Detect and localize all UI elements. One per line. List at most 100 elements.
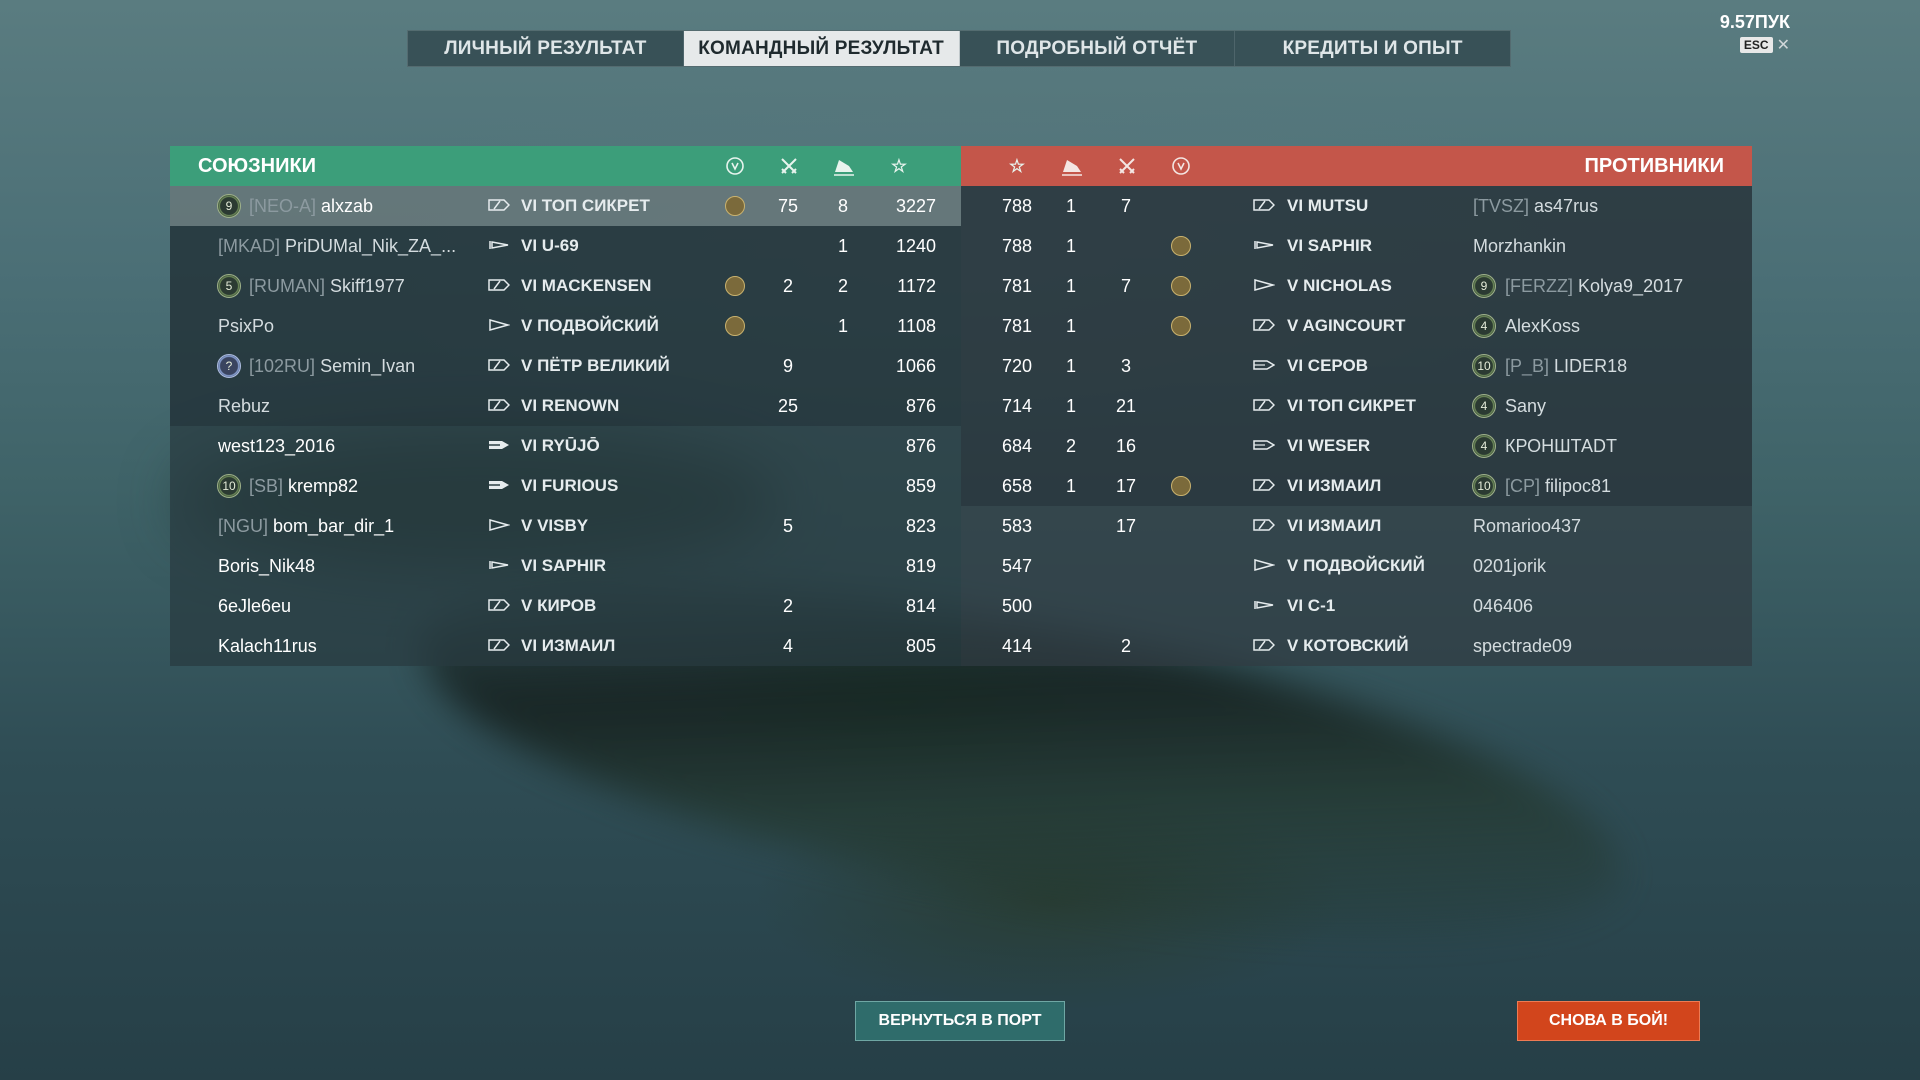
close-icon[interactable]: ✕ bbox=[1777, 35, 1790, 54]
ally-row[interactable]: Boris_Nik48 VI SAPHIR 819 bbox=[170, 546, 961, 586]
ship-tier: V bbox=[1287, 556, 1299, 575]
enemy-row[interactable]: 547 V ПОДВОЙСКИЙ 0201jorik bbox=[961, 546, 1752, 586]
player-name: [MKAD] PriDUMal_Nik_ZA_... bbox=[218, 236, 456, 257]
enemy-row[interactable]: 684 2 16 VI WESER 4 КРОНШТАDT bbox=[961, 426, 1752, 466]
ally-row[interactable]: [NGU] bom_bar_dir_1 V VISBY 5 823 bbox=[170, 506, 961, 546]
kills-value: 2 bbox=[782, 276, 793, 296]
xp-value: 788 bbox=[1001, 236, 1033, 256]
kills-value: 5 bbox=[782, 516, 793, 536]
enemy-row[interactable]: 583 17 VI ИЗМАИЛ Romarioo437 bbox=[961, 506, 1752, 546]
nickname: kremp82 bbox=[288, 476, 359, 496]
ships-value: 1 bbox=[1065, 356, 1076, 376]
rank-badge-icon: ? bbox=[217, 354, 241, 378]
nickname: LIDER18 bbox=[1554, 356, 1628, 376]
clan-tag: [TVSZ] bbox=[1473, 196, 1530, 216]
ally-row[interactable]: west123_2016 VI RYŪJŌ 876 bbox=[170, 426, 961, 466]
ally-row[interactable]: PsixPo V ПОДВОЙСКИЙ 1 1108 bbox=[170, 306, 961, 346]
ship-title: MACKENSEN bbox=[541, 276, 652, 295]
ships-value: 1 bbox=[1065, 316, 1076, 336]
rank-badge-icon: 4 bbox=[1472, 314, 1496, 338]
player-name: Sany bbox=[1505, 396, 1546, 417]
nickname: Rebuz bbox=[218, 396, 271, 416]
ships-value: 2 bbox=[837, 276, 848, 296]
enemy-row[interactable]: 781 1 V AGINCOURT 4 AlexKoss bbox=[961, 306, 1752, 346]
clan-tag: [SB] bbox=[249, 476, 284, 496]
nickname: bom_bar_dir_1 bbox=[273, 516, 395, 536]
ship-title: AGINCOURT bbox=[1302, 316, 1406, 335]
ship-tier: V bbox=[521, 356, 533, 375]
enemy-row[interactable]: 500 VI C-1 046406 bbox=[961, 586, 1752, 626]
ribbon-icon bbox=[1171, 276, 1191, 296]
clan-tag: [102RU] bbox=[249, 356, 316, 376]
ally-row[interactable]: 9 [NEO-A] alxzab VI ТОП СИКРЕТ 75 8 3227 bbox=[170, 186, 961, 226]
tab-detailed-report[interactable]: ПОДРОБНЫЙ ОТЧЁТ bbox=[960, 31, 1236, 66]
enemy-row[interactable]: 720 1 3 VI СЕРОВ 10 [P_B] LIDER18 bbox=[961, 346, 1752, 386]
ship-name: VI RYŪJŌ bbox=[521, 436, 600, 456]
tab-team-result[interactable]: КОМАНДНЫЙ РЕЗУЛЬТАТ bbox=[683, 31, 960, 66]
kills-value: 2 bbox=[1120, 636, 1131, 656]
player-name: 6eJle6eu bbox=[218, 596, 291, 617]
ship-class-icon bbox=[1253, 278, 1275, 292]
battle-again-button[interactable]: СНОВА В БОЙ! bbox=[1517, 1001, 1700, 1041]
enemy-row[interactable]: 658 1 17 VI ИЗМАИЛ 10 [CP] filipoc81 bbox=[961, 466, 1752, 506]
return-to-port-button[interactable]: ВЕРНУТЬСЯ В ПОРТ bbox=[855, 1001, 1065, 1041]
ship-tier: VI bbox=[1287, 236, 1304, 255]
ship-name: VI U-69 bbox=[521, 236, 579, 256]
esc-key-hint[interactable]: ESC bbox=[1739, 36, 1773, 53]
player-name: spectrade09 bbox=[1473, 636, 1572, 657]
enemy-row[interactable]: 788 1 7 VI MUTSU [TVSZ] as47rus bbox=[961, 186, 1752, 226]
enemy-row[interactable]: 714 1 21 VI ТОП СИКРЕТ 4 Sany bbox=[961, 386, 1752, 426]
ships-value: 1 bbox=[837, 316, 848, 336]
nickname: 0201jorik bbox=[1473, 556, 1547, 576]
kills-value: 7 bbox=[1120, 196, 1131, 216]
ship-title: ИЗМАИЛ bbox=[1307, 516, 1382, 535]
xp-value: 658 bbox=[1001, 476, 1033, 496]
ship-name: V ПЁТР ВЕЛИКИЙ bbox=[521, 356, 670, 376]
ally-row[interactable]: [MKAD] PriDUMal_Nik_ZA_... VI U-69 1 1240 bbox=[170, 226, 961, 266]
ally-row[interactable]: ? [102RU] Semin_Ivan V ПЁТР ВЕЛИКИЙ 9 1066 bbox=[170, 346, 961, 386]
player-name: Morzhankin bbox=[1473, 236, 1566, 257]
xp-value: 720 bbox=[1001, 356, 1033, 376]
kills-value: 21 bbox=[1115, 396, 1137, 416]
xp-value: 1108 bbox=[897, 316, 936, 336]
player-name: [FERZZ] Kolya9_2017 bbox=[1505, 276, 1683, 297]
enemy-row[interactable]: 781 1 7 V NICHOLAS 9 [FERZZ] Kolya9_2017 bbox=[961, 266, 1752, 306]
player-name: [CP] filipoc81 bbox=[1505, 476, 1611, 497]
ship-name: VI RENOWN bbox=[521, 396, 619, 416]
ally-row[interactable]: Rebuz VI RENOWN 25 876 bbox=[170, 386, 961, 426]
ship-tier: VI bbox=[1287, 596, 1304, 615]
player-name: [RUMAN] Skiff1977 bbox=[249, 276, 405, 297]
enemy-row[interactable]: 788 1 VI SAPHIR Morzhankin bbox=[961, 226, 1752, 266]
tab-credits-xp[interactable]: КРЕДИТЫ И ОПЫТ bbox=[1235, 31, 1510, 66]
player-name: 046406 bbox=[1473, 596, 1533, 617]
tab-personal-result[interactable]: ЛИЧНЫЙ РЕЗУЛЬТАТ bbox=[408, 31, 684, 66]
kills-value: 7 bbox=[1120, 276, 1131, 296]
ship-name: VI ТОП СИКРЕТ bbox=[1287, 396, 1416, 416]
ship-class-icon bbox=[488, 278, 510, 292]
ship-title: RENOWN bbox=[541, 396, 620, 415]
ship-class-icon bbox=[488, 318, 510, 332]
nickname: Morzhankin bbox=[1473, 236, 1567, 256]
xp-value: 583 bbox=[1001, 516, 1033, 536]
nickname: Kolya9_2017 bbox=[1578, 276, 1684, 296]
ship-tier: V bbox=[1287, 316, 1299, 335]
ship-tier: VI bbox=[1287, 396, 1304, 415]
star-icon: ☆ bbox=[1008, 155, 1026, 176]
ship-title: SAPHIR bbox=[541, 556, 607, 575]
rank-badge-icon: 4 bbox=[1472, 394, 1496, 418]
ally-row[interactable]: Kalach11rus VI ИЗМАИЛ 4 805 bbox=[170, 626, 961, 666]
ship-title: ИЗМАИЛ bbox=[541, 636, 616, 655]
ally-row[interactable]: 5 [RUMAN] Skiff1977 VI MACKENSEN 2 2 1172 bbox=[170, 266, 961, 306]
enemy-row[interactable]: 414 2 V КОТОВСКИЙ spectrade09 bbox=[961, 626, 1752, 666]
kills-value: 16 bbox=[1115, 436, 1137, 456]
ship-title: СЕРОВ bbox=[1307, 356, 1369, 375]
nickname: Sany bbox=[1505, 396, 1547, 416]
ally-row[interactable]: 10 [SB] kremp82 VI FURIOUS 859 bbox=[170, 466, 961, 506]
xp-value: 547 bbox=[1001, 556, 1033, 576]
ally-row[interactable]: 6eJle6eu V КИРОВ 2 814 bbox=[170, 586, 961, 626]
ship-tier: V bbox=[521, 516, 533, 535]
player-name: 0201jorik bbox=[1473, 556, 1546, 577]
player-name: [SB] kremp82 bbox=[249, 476, 358, 497]
allies-panel: СОЮЗНИКИ ☆ 9 [NEO-A] alxzab VI ТОП СИКРЕТ 7… bbox=[170, 146, 961, 666]
kills-value: 25 bbox=[777, 396, 799, 416]
